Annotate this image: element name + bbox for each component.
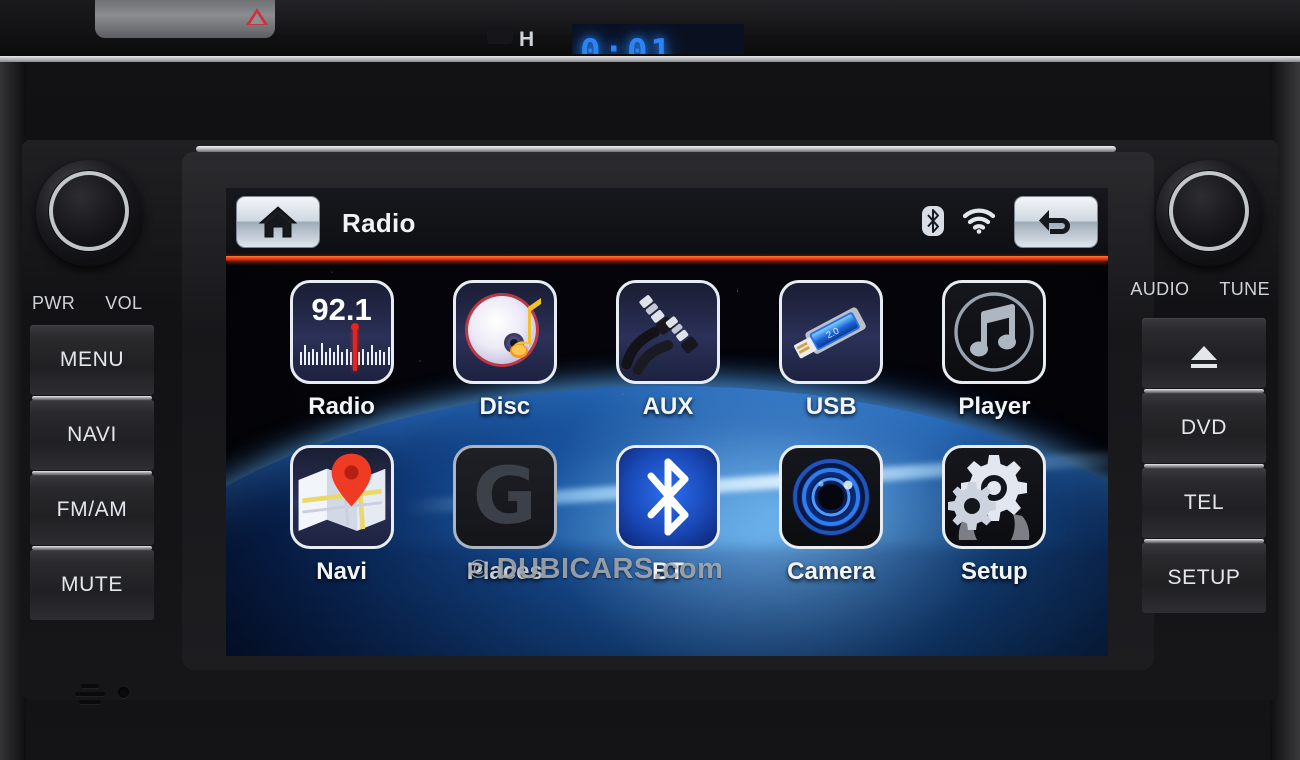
reset-pinhole[interactable] [118,687,129,698]
disc-icon [452,280,557,384]
app-tile-navi[interactable]: Navi [260,445,423,586]
speaker-grille-right [1198,684,1228,708]
radio-tuner-scale [299,335,390,365]
left-knob-labels: PWR VOL [32,293,142,314]
right-knob-labels: AUDIO TUNE [1130,279,1270,300]
google-g-icon: G [452,445,557,549]
music-note-icon [942,280,1047,384]
microphone-grille [75,684,105,708]
pwr-label: PWR [32,293,76,313]
app-tile-aux[interactable]: AUX [586,280,749,421]
app-label-aux: AUX [642,393,694,420]
bluetooth-icon [922,206,944,241]
status-icon-group [922,206,996,241]
hazard-triangle-icon [243,4,271,26]
gears-glyph [948,455,1030,540]
home-icon [258,206,298,238]
app-tile-radio[interactable]: 92.1 Radio [260,280,423,421]
setup-button[interactable]: SETUP [1142,543,1266,613]
gears-icon [942,445,1047,549]
app-label-radio: Radio [308,393,375,420]
radio-tuning-needle [350,323,359,371]
app-tile-setup[interactable]: Setup [913,445,1076,586]
back-button[interactable] [1014,196,1098,248]
gear-marker-label: H [519,28,535,51]
google-g-glyph: G [472,452,537,542]
app-tile-disc[interactable]: Disc [423,280,586,421]
music-note-circle-glyph [954,292,1035,372]
wifi-icon [962,208,996,239]
right-button-stack: DVD TEL SETUP [1142,318,1266,618]
left-button-stack: MENU NAVI FM/AM MUTE [30,325,154,625]
aux-cable-glyph [621,295,699,375]
folded-map-glyph [298,453,385,531]
radio-icon: 92.1 [289,280,394,384]
app-label-usb: USB [805,393,857,420]
bluetooth-glyph [647,458,689,536]
navi-button[interactable]: NAVI [30,400,154,475]
usb-drive-icon: 2.0 [779,280,884,384]
app-tile-usb[interactable]: 2.0 USB [750,280,913,421]
screen-header: Radio [226,188,1108,256]
clock-digits: 0:01 [580,32,674,54]
audio-label: AUDIO [1130,279,1190,299]
music-note-glyph [509,298,541,358]
camera-lens-icon [779,445,884,549]
app-label-camera: Camera [787,558,876,585]
app-tile-player[interactable]: Player [913,280,1076,421]
audio-tune-knob[interactable] [1156,160,1262,266]
page-title: Radio [342,208,416,238]
app-label-places: Places [466,558,543,585]
dash-small-knob[interactable] [487,26,513,44]
app-tile-camera[interactable]: Camera [750,445,913,586]
eject-button[interactable] [1142,318,1266,393]
app-label-setup: Setup [961,558,1028,585]
bluetooth-icon [615,445,720,549]
hazard-button[interactable] [95,0,275,38]
dashboard-vent-strip [275,0,1300,34]
touchscreen[interactable]: Radio 92.1 Radio Disc AUX 2.0 USB Player… [226,188,1108,656]
home-button[interactable] [236,196,320,248]
header-accent-rule [226,256,1108,261]
app-label-player: Player [958,393,1031,420]
back-arrow-icon [1039,210,1070,234]
menu-button[interactable]: MENU [30,325,154,400]
app-tile-bt[interactable]: BT [586,445,749,586]
app-label-disc: Disc [479,393,531,420]
digital-clock-display: 0:01 [572,24,744,54]
app-label-navi: Navi [316,558,367,585]
dvd-button[interactable]: DVD [1142,393,1266,468]
app-grid: 92.1 Radio Disc AUX 2.0 USB Player Navi … [260,280,1076,586]
tel-button[interactable]: TEL [1142,468,1266,543]
camera-lens-glyph [792,458,871,536]
usb-stick-glyph: 2.0 [794,307,867,359]
app-tile-places[interactable]: G Places [423,445,586,586]
mute-button[interactable]: MUTE [30,550,154,620]
vol-label: VOL [105,293,143,313]
app-label-bt: BT [651,558,684,585]
radio-frequency-label: 92.1 [311,292,372,327]
fm-am-button[interactable]: FM/AM [30,475,154,550]
aux-jack-icon [615,280,720,384]
screenshot-root: H 0:01 Radio 92.1 Radio Disc AUX 2.0 USB… [0,0,1300,760]
eject-icon [1191,346,1217,368]
power-volume-knob[interactable] [36,160,142,266]
map-pin-icon [289,445,394,549]
tune-label: TUNE [1219,279,1270,299]
